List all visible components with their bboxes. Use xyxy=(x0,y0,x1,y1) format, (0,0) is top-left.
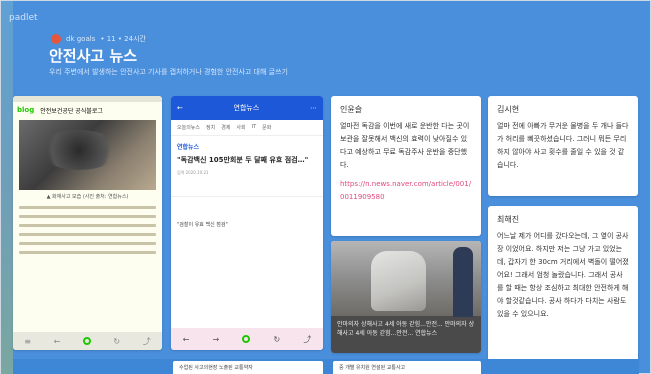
board-subtitle: 우리 주변에서 발생하는 안전사고 기사를 캡처하거나 경험한 안전사고 대해 … xyxy=(49,68,288,76)
back-icon: ← xyxy=(53,336,61,346)
phone-nav-bar: ← → ↻ ⤴ xyxy=(171,328,323,350)
padlet-board: padlet dk goals • 11 • 24시간 안전사고 뉴스 우리 주… xyxy=(0,0,651,374)
reload-icon: ↻ xyxy=(273,334,281,344)
text-line xyxy=(19,206,156,209)
background-strip xyxy=(1,1,13,374)
text-line xyxy=(19,224,156,227)
news-meta: 입력 2020.10.21 xyxy=(177,170,209,175)
news-headline: "독감백신 105만회분 두 달째 유효 점검…" xyxy=(177,156,309,164)
news-source: 연합뉴스 xyxy=(177,144,200,151)
bottom-row xyxy=(13,359,639,374)
post-author: 김시현 xyxy=(497,105,520,114)
post-body: 얼마전 독감을 이번에 새로 운반한 다는 곳이 보관을 잘못해서 백신의 효력… xyxy=(340,122,470,169)
text-line xyxy=(19,251,156,254)
back-icon: ← xyxy=(177,104,183,112)
news-app-header: ← 연합뉴스 ⋯ xyxy=(171,96,323,120)
text-line xyxy=(19,215,156,218)
news-tab: 오늘의뉴스 xyxy=(177,125,201,131)
post-preview[interactable]: 중 개별 유치원 연설된 교통사고 xyxy=(333,361,481,374)
padlet-logo[interactable]: padlet xyxy=(9,13,38,23)
news-tab: 정치 xyxy=(206,125,216,131)
post-author: 최해진 xyxy=(497,215,520,224)
text-line xyxy=(19,242,156,245)
home-icon xyxy=(82,337,91,345)
news-tab: 사회 xyxy=(236,125,246,131)
blog-header: blog 안전보건공단 공식블로그 xyxy=(13,102,162,118)
news-highlight: "검찰이 유효 백신 점검" xyxy=(171,196,323,230)
post-author: 인윤슬 xyxy=(340,105,363,114)
news-tab: 문화 xyxy=(262,125,272,131)
home-icon xyxy=(242,335,251,343)
forward-icon: → xyxy=(212,334,220,344)
news-app-title: 연합뉴스 xyxy=(233,104,260,112)
news-tab: IT xyxy=(251,124,257,130)
news-tabs: 오늘의뉴스 정치 경제 사회 IT 문화 xyxy=(171,120,323,136)
post-body: 얼마 전에 아빠가 무거운 물병을 두 개나 들다가 허리를 삐끗하셨습니다. … xyxy=(497,122,629,169)
author-avatar[interactable] xyxy=(51,34,61,44)
photo-caption: ▲ 화재사고 모습 (사진 출처: 연합뉴스) xyxy=(46,194,129,200)
post-body: 어느날 제가 어디를 갔다오는데, 그 옆이 공사장 이었어요. 하지만 저는 … xyxy=(497,232,629,318)
fire-photo xyxy=(19,120,156,190)
board-author-row: dk goals • 11 • 24시간 xyxy=(51,34,146,44)
back-icon: ← xyxy=(182,334,190,344)
menu-icon: ≡ xyxy=(24,336,31,346)
post-preview[interactable]: 수업된 사고의현장 노출된 교통약자 xyxy=(173,361,323,374)
photo-caption: 안마의자 상해사고 4세 아동 갇힘...안전... 안마의자 상해사고 4세 … xyxy=(331,316,481,353)
author-meta: • 11 • 24시간 xyxy=(100,35,146,43)
person-shape xyxy=(453,247,473,317)
post-link[interactable]: https://n.news.naver.com/article/001/001… xyxy=(340,178,472,204)
phone-nav-bar: ≡ ← ↻ ⤴ xyxy=(13,332,162,350)
chair-shape xyxy=(371,251,426,311)
author-name[interactable]: dk goals xyxy=(66,35,95,43)
post-kimsihyun[interactable]: 김시현 얼마 전에 아빠가 무거운 물병을 두 개나 들다가 허리를 삐끗하셨습… xyxy=(488,96,638,196)
share-icon: ⤴ xyxy=(303,334,312,344)
post-news-screenshot[interactable]: ← 연합뉴스 ⋯ 오늘의뉴스 정치 경제 사회 IT 문화 연합뉴스 "독감백신… xyxy=(171,96,323,350)
post-choihejin[interactable]: 최해진 어느날 제가 어디를 갔다오는데, 그 옆이 공사장 이었어요. 하지만… xyxy=(488,206,638,366)
share-icon: ⤴ xyxy=(142,336,151,346)
post-inwonsul[interactable]: 인윤슬 얼마전 독감을 이번에 새로 운반한 다는 곳이 보관을 잘못해서 백신… xyxy=(331,96,481,236)
blog-name: 안전보건공단 공식블로그 xyxy=(40,107,103,115)
more-icon: ⋯ xyxy=(309,104,317,112)
text-line xyxy=(19,233,156,236)
board-title: 안전사고 뉴스 xyxy=(49,47,138,65)
post-blog-screenshot[interactable]: blog 안전보건공단 공식블로그 ▲ 화재사고 모습 (사진 출처: 연합뉴스… xyxy=(13,96,162,350)
blog-logo: blog xyxy=(17,106,35,114)
post-photo-massage-chair[interactable]: 안마의자 상해사고 4세 아동 갇힘...안전... 안마의자 상해사고 4세 … xyxy=(331,241,481,353)
massage-chair-photo xyxy=(331,241,481,317)
reload-icon: ↻ xyxy=(113,336,121,346)
news-tab: 경제 xyxy=(221,125,231,131)
